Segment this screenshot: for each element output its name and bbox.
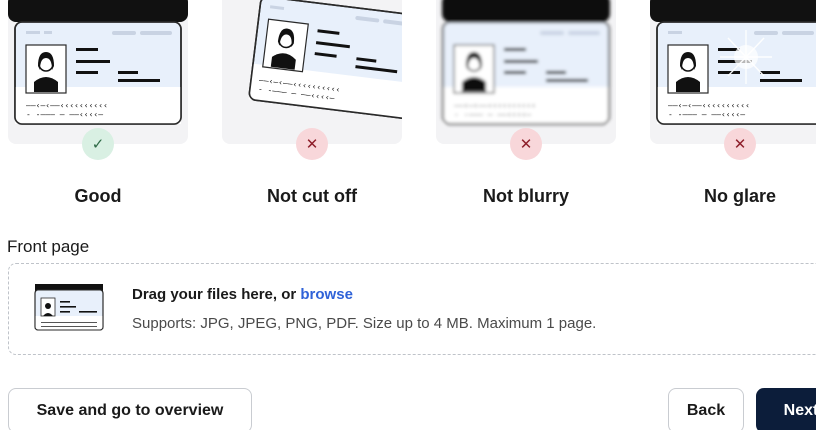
svg-text:- -——— — ——‹‹‹‹—: - -——— — ——‹‹‹‹— [454, 110, 531, 119]
example-not-cut-off: ——‹—‹——‹‹‹‹‹‹‹‹‹‹ - -——— — ——‹‹‹‹— ✕ Not… [222, 0, 402, 220]
front-page-label: Front page [7, 237, 90, 256]
close-icon: ✕ [510, 128, 542, 160]
example-good-label: Good [74, 186, 122, 206]
save-and-go-to-overview-button[interactable]: Save and go to overview [8, 388, 252, 430]
id-card-icon [34, 284, 104, 331]
id-card-icon: ——‹—‹——‹‹‹‹‹‹‹‹‹‹ - -——— — ——‹‹‹‹— [8, 0, 188, 125]
example-not-blurry-image: ——‹—‹——‹‹‹‹‹‹‹‹‹‹ - -——— — ——‹‹‹‹— [436, 0, 616, 144]
example-no-glare: ——‹—‹——‹‹‹‹‹‹‹‹‹‹ - -——— — ——‹‹‹‹— ✕ No … [650, 0, 816, 220]
svg-text:——‹—‹——‹‹‹‹‹‹‹‹‹‹: ——‹—‹——‹‹‹‹‹‹‹‹‹‹ [26, 101, 108, 110]
file-dropzone[interactable]: Drag your files here, or browse Supports… [8, 263, 816, 355]
example-not-cut-off-label: Not cut off [267, 186, 357, 206]
id-card-glare-icon: ——‹—‹——‹‹‹‹‹‹‹‹‹‹ - -——— — ——‹‹‹‹— [650, 0, 816, 125]
id-card-blurry-icon: ——‹—‹——‹‹‹‹‹‹‹‹‹‹ - -——— — ——‹‹‹‹— [442, 0, 610, 125]
example-not-blurry: ——‹—‹——‹‹‹‹‹‹‹‹‹‹ - -——— — ——‹‹‹‹— ✕ Not… [436, 0, 616, 220]
example-good: ——‹—‹——‹‹‹‹‹‹‹‹‹‹ - -——— — ——‹‹‹‹— ✓ Goo… [8, 0, 188, 220]
svg-text:- -——— — ——‹‹‹‹—: - -——— — ——‹‹‹‹— [26, 110, 103, 119]
example-no-glare-image: ——‹—‹——‹‹‹‹‹‹‹‹‹‹ - -——— — ——‹‹‹‹— [650, 0, 816, 144]
dropzone-title-text: Drag your files here, or [132, 286, 301, 303]
check-icon: ✓ [82, 128, 114, 160]
photo-guidelines: ——‹—‹——‹‹‹‹‹‹‹‹‹‹ - -——— — ——‹‹‹‹— ✓ Goo… [0, 0, 816, 220]
example-not-blurry-label: Not blurry [482, 186, 569, 206]
example-no-glare-label: No glare [703, 186, 777, 206]
example-not-cut-off-image: ——‹—‹——‹‹‹‹‹‹‹‹‹‹ - -——— — ——‹‹‹‹— [222, 0, 402, 144]
back-button[interactable]: Back [668, 388, 744, 430]
next-button[interactable]: Next [756, 388, 816, 430]
svg-text:——‹—‹——‹‹‹‹‹‹‹‹‹‹: ——‹—‹——‹‹‹‹‹‹‹‹‹‹ [454, 101, 536, 110]
dropzone-title: Drag your files here, or browse [132, 286, 353, 303]
close-icon: ✕ [724, 128, 756, 160]
example-good-image: ——‹—‹——‹‹‹‹‹‹‹‹‹‹ - -——— — ——‹‹‹‹— [8, 0, 188, 144]
browse-link[interactable]: browse [300, 286, 353, 303]
close-icon: ✕ [296, 128, 328, 160]
id-card-tilted-icon: ——‹—‹——‹‹‹‹‹‹‹‹‹‹ - -——— — ——‹‹‹‹— [248, 0, 402, 121]
svg-text:——‹—‹——‹‹‹‹‹‹‹‹‹‹: ——‹—‹——‹‹‹‹‹‹‹‹‹‹ [668, 101, 750, 110]
dropzone-supports-text: Supports: JPG, JPEG, PNG, PDF. Size up t… [132, 315, 597, 332]
svg-text:- -——— — ——‹‹‹‹—: - -——— — ——‹‹‹‹— [668, 110, 745, 119]
